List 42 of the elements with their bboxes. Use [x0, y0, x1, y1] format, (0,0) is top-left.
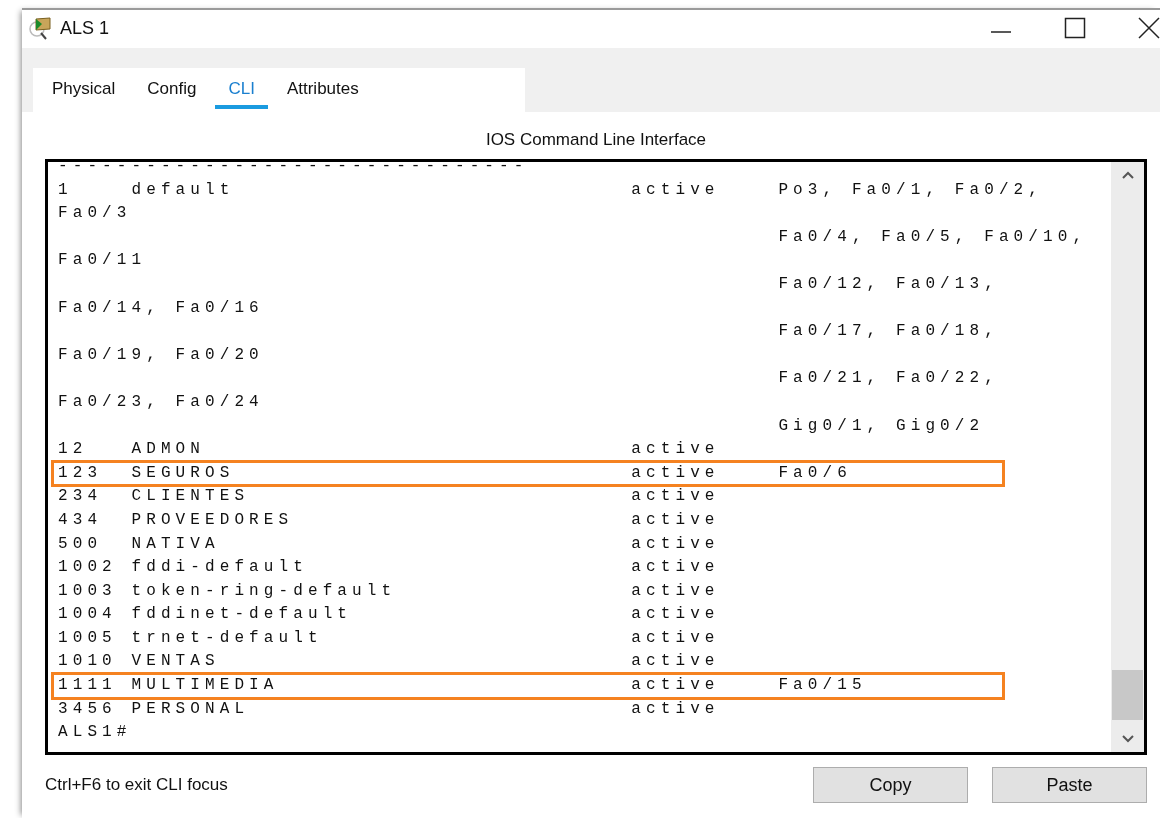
- console-line: Fa0/14, Fa0/16: [58, 297, 265, 319]
- cli-console[interactable]: [45, 159, 1147, 755]
- console-line: Gig0/1, Gig0/2: [777, 415, 986, 437]
- tab[interactable]: Config: [134, 71, 210, 109]
- console-line: 123 SEGUROS active Fa0/6: [53, 461, 1003, 486]
- scroll-up-icon[interactable]: [1120, 170, 1135, 180]
- scroll-down-icon[interactable]: [1120, 734, 1135, 744]
- switch-icon: [28, 15, 54, 41]
- scrollbar-thumb[interactable]: [1112, 670, 1143, 720]
- tab[interactable]: Physical: [39, 71, 129, 109]
- tab[interactable]: Attributes: [273, 71, 372, 109]
- console-line: 434 PROVEEDORES active: [58, 509, 721, 531]
- console-line: ALS1#: [58, 722, 133, 744]
- console-line: Fa0/3: [58, 203, 133, 225]
- console-line: 1 default active Po3, Fa0/1, Fa0/2,: [58, 179, 1044, 201]
- console-line: 1005 trnet-default active: [58, 627, 721, 649]
- action-button[interactable]: Paste: [992, 767, 1147, 803]
- action-button[interactable]: Copy: [813, 767, 968, 803]
- console-line: Fa0/17, Fa0/18,: [777, 321, 1000, 343]
- console-line: Fa0/12, Fa0/13,: [777, 273, 1000, 295]
- console-line: Fa0/19, Fa0/20: [58, 344, 265, 366]
- console-line: 1002 fddi-default active: [58, 557, 721, 579]
- console-line: --------------------------------: [58, 162, 530, 177]
- maximize-icon[interactable]: [1064, 17, 1086, 39]
- panel-title: IOS Command Line Interface: [484, 129, 708, 151]
- close-icon[interactable]: [1138, 17, 1160, 39]
- console-line: Fa0/23, Fa0/24: [58, 391, 265, 413]
- console-line: 3456 PERSONAL active: [58, 698, 721, 720]
- tab[interactable]: CLI: [215, 71, 268, 109]
- focus-hint: Ctrl+F6 to exit CLI focus: [45, 775, 228, 795]
- console-line: 234 CLIENTES active: [58, 486, 721, 508]
- console-line: 500 NATIVA active: [58, 533, 721, 555]
- console-line: 12 ADMON active: [58, 439, 721, 461]
- console-line: Fa0/11: [58, 250, 148, 272]
- window-title: ALS 1: [60, 17, 110, 39]
- console-line: 1004 fddinet-default active: [58, 604, 721, 626]
- scrollbar[interactable]: [1111, 162, 1144, 752]
- console-line: Fa0/21, Fa0/22,: [777, 368, 1000, 390]
- console-line: 1111 MULTIMEDIA active Fa0/15: [53, 674, 1003, 698]
- console-line: 1003 token-ring-default active: [58, 580, 721, 602]
- console-line: Fa0/4, Fa0/5, Fa0/10,: [777, 226, 1089, 248]
- console-line: 1010 VENTAS active: [58, 651, 721, 673]
